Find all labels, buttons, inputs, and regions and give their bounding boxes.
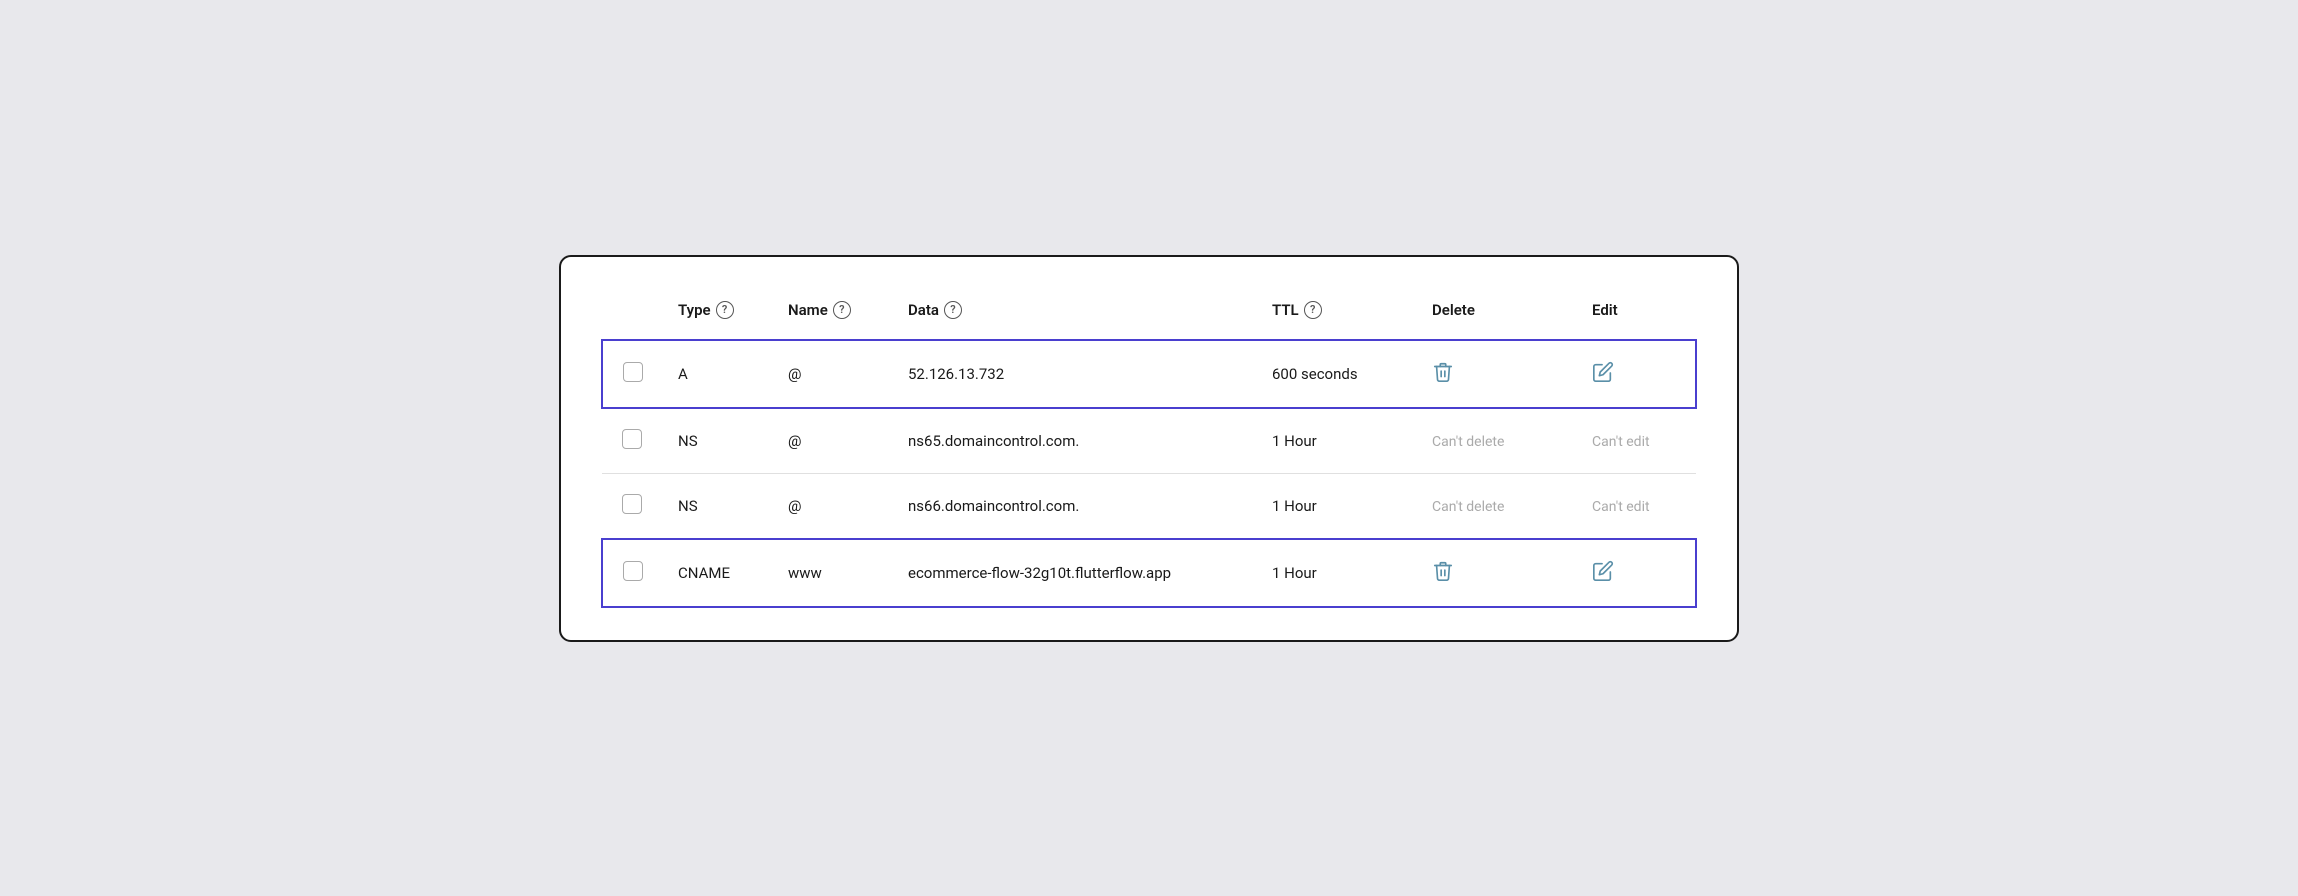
delete-header-label: Delete [1432,301,1475,319]
dns-records-container: Type ? Name ? Data ? [559,255,1739,642]
ttl-header: TTL ? [1256,289,1416,340]
table-row: CNAMEwwwecommerce-flow-32g10t.flutterflo… [602,539,1696,607]
data-cell: ns66.domaincontrol.com. [892,473,1256,539]
ttl-header-label: TTL [1272,301,1299,319]
delete-cell: Can't delete [1416,408,1576,474]
data-cell: 52.126.13.732 [892,340,1256,408]
dns-table: Type ? Name ? Data ? [601,289,1697,608]
name-cell: www [772,539,892,607]
data-help-icon[interactable]: ? [944,301,962,319]
name-cell: @ [772,408,892,474]
type-header-label: Type [678,301,711,319]
row-checkbox[interactable] [622,429,642,449]
edit-cell: Can't edit [1576,408,1696,474]
delete-cell[interactable] [1416,539,1576,607]
delete-icon[interactable] [1432,361,1454,383]
edit-cell: Can't edit [1576,473,1696,539]
row-checkbox[interactable] [623,561,643,581]
ttl-cell: 1 Hour [1256,539,1416,607]
data-header: Data ? [892,289,1256,340]
ttl-cell: 600 seconds [1256,340,1416,408]
edit-header-label: Edit [1592,301,1618,319]
table-row: NS@ns65.domaincontrol.com.1 Hour Can't de… [602,408,1696,474]
edit-icon[interactable] [1592,361,1614,383]
data-cell: ecommerce-flow-32g10t.flutterflow.app [892,539,1256,607]
delete-header: Delete [1416,289,1576,340]
row-checkbox[interactable] [622,494,642,514]
delete-cell[interactable] [1416,340,1576,408]
type-cell: NS [662,408,772,474]
edit-icon[interactable] [1592,560,1614,582]
checkbox-header [602,289,662,340]
name-help-icon[interactable]: ? [833,301,851,319]
delete-icon[interactable] [1432,560,1454,582]
type-header: Type ? [662,289,772,340]
row-checkbox[interactable] [623,362,643,382]
name-cell: @ [772,340,892,408]
checkbox-cell [602,473,662,539]
delete-cell: Can't delete [1416,473,1576,539]
data-header-label: Data [908,301,939,319]
data-cell: ns65.domaincontrol.com. [892,408,1256,474]
name-header-label: Name [788,301,828,319]
ttl-help-icon[interactable]: ? [1304,301,1322,319]
table-row: NS@ns66.domaincontrol.com.1 Hour Can't de… [602,473,1696,539]
checkbox-cell [602,340,662,408]
type-cell: NS [662,473,772,539]
type-cell: CNAME [662,539,772,607]
ttl-cell: 1 Hour [1256,473,1416,539]
table-row: A@52.126.13.732600 seconds [602,340,1696,408]
cant-edit-label: Can't edit [1592,499,1650,515]
ttl-cell: 1 Hour [1256,408,1416,474]
cant-delete-label: Can't delete [1432,499,1504,515]
edit-cell[interactable] [1576,539,1696,607]
cant-edit-label: Can't edit [1592,434,1650,450]
edit-header: Edit [1576,289,1696,340]
edit-cell[interactable] [1576,340,1696,408]
name-cell: @ [772,473,892,539]
type-help-icon[interactable]: ? [716,301,734,319]
type-cell: A [662,340,772,408]
checkbox-cell [602,408,662,474]
name-header: Name ? [772,289,892,340]
cant-delete-label: Can't delete [1432,434,1504,450]
checkbox-cell [602,539,662,607]
